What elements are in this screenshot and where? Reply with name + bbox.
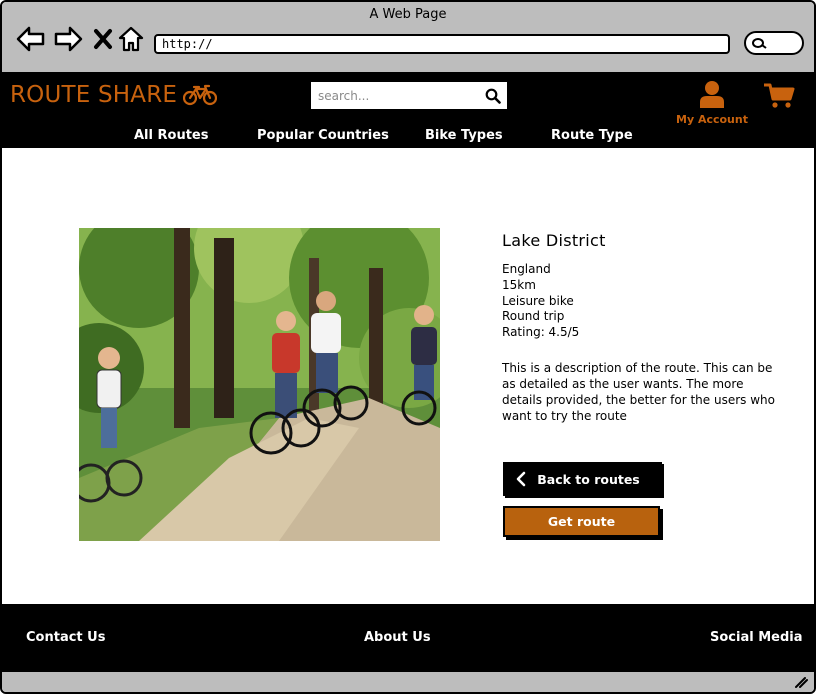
logo-text: ROUTE SHARE <box>10 82 178 108</box>
browser-status-bar <box>2 670 814 692</box>
route-photo <box>79 228 440 541</box>
site-footer: Contact Us About Us Social Media <box>2 604 814 670</box>
route-country: England <box>502 262 551 276</box>
browser-toolbar: A Web Page http:// <box>2 2 814 74</box>
user-icon <box>700 81 724 108</box>
menu-bike-types[interactable]: Bike Types <box>425 128 503 143</box>
close-icon[interactable] <box>88 24 118 54</box>
route-title: Lake District <box>502 231 606 250</box>
bicycle-icon <box>183 84 218 106</box>
address-bar[interactable]: http:// <box>154 34 730 54</box>
menu-all-routes[interactable]: All Routes <box>134 128 208 143</box>
footer-about-link[interactable]: About Us <box>364 630 431 645</box>
menu-route-type[interactable]: Route Type <box>551 128 633 143</box>
search-icon <box>752 38 767 49</box>
back-arrow-icon[interactable] <box>16 24 46 54</box>
site-header: ROUTE SHARE My Account <box>2 74 814 148</box>
get-route-button[interactable]: Get route <box>503 506 660 537</box>
footer-social-link[interactable]: Social Media <box>710 630 803 645</box>
search-icon[interactable] <box>485 88 501 104</box>
back-button-label: Back to routes <box>537 471 640 487</box>
route-bike-type: Leisure bike <box>502 293 574 308</box>
route-rating: Rating: 4.5/5 <box>502 325 580 340</box>
browser-search-field[interactable] <box>744 31 804 55</box>
route-description: This is a description of the route. This… <box>502 361 775 423</box>
route-type: Round trip <box>502 309 565 324</box>
my-account-link[interactable]: My Account <box>674 80 750 126</box>
resize-grip-icon[interactable] <box>794 676 808 688</box>
forward-arrow-icon[interactable] <box>53 24 83 54</box>
back-to-routes-button[interactable]: Back to routes <box>503 462 662 496</box>
search-input[interactable] <box>318 88 468 103</box>
site-logo[interactable]: ROUTE SHARE <box>10 82 218 108</box>
menu-popular-countries[interactable]: Popular Countries <box>257 128 389 143</box>
browser-window: A Web Page http:// ROUTE SHARE search...… <box>0 0 816 694</box>
account-label: My Account <box>676 113 748 126</box>
route-distance: 15km <box>502 277 536 292</box>
site-search-box[interactable] <box>311 82 507 109</box>
cart-icon[interactable] <box>763 82 795 114</box>
window-title: A Web Page <box>369 7 447 22</box>
route-details: England 15km Leisure bike Round trip Rat… <box>502 262 579 341</box>
home-icon[interactable] <box>116 24 146 54</box>
footer-contact-link[interactable]: Contact Us <box>26 630 105 645</box>
chevron-left-icon <box>516 471 526 487</box>
